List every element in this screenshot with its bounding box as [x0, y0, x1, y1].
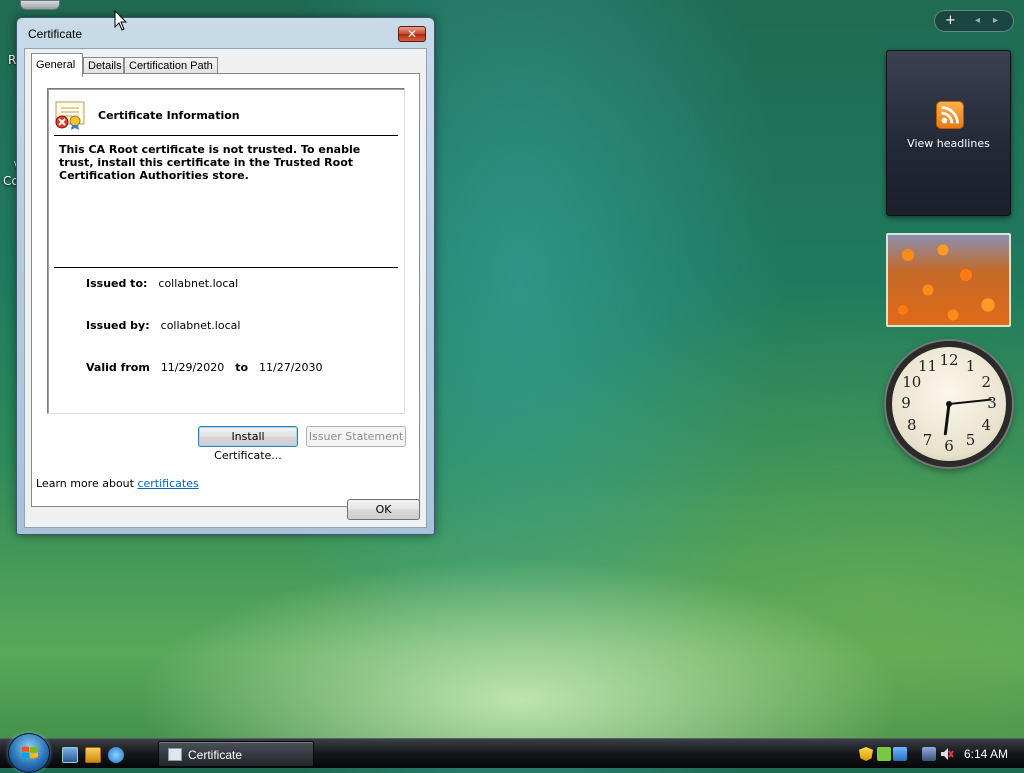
close-icon: ✕: [406, 27, 418, 41]
issued-by-value: collabnet.local: [160, 319, 241, 332]
tab-label: Details: [88, 60, 122, 72]
title-bar[interactable]: Certificate ✕: [17, 18, 434, 48]
close-button[interactable]: ✕: [398, 26, 426, 42]
valid-from-label: Valid from: [86, 361, 150, 374]
start-button[interactable]: [8, 733, 50, 773]
add-gadget-icon[interactable]: +: [945, 13, 956, 28]
program-tray-icon[interactable]: [893, 747, 907, 761]
issued-to-row: Issued to: collabnet.local: [86, 277, 238, 290]
issued-to-value: collabnet.local: [158, 277, 239, 290]
certificate-info-box: Certificate Information This CA Root cer…: [47, 88, 405, 414]
dialog-client: General Details Certification Path Certi…: [24, 48, 427, 528]
learn-more-prefix: Learn more about: [36, 477, 138, 490]
windows-logo-icon: [22, 746, 38, 759]
certificate-window-icon: [168, 748, 182, 761]
taskbar-button-label: Certificate: [188, 748, 243, 762]
taskbar-button-certificate[interactable]: Certificate: [158, 741, 314, 767]
rss-icon: [936, 101, 964, 129]
ok-button[interactable]: OK: [347, 499, 420, 520]
taskbar-clock[interactable]: 6:14 AM: [964, 747, 1008, 761]
security-shield-icon[interactable]: [859, 747, 873, 761]
certificates-link[interactable]: certificates: [137, 477, 198, 490]
recycle-bin-icon[interactable]: [20, 0, 60, 10]
hour-hand: [943, 402, 951, 436]
internet-explorer-icon[interactable]: [108, 747, 124, 763]
tab-label: Certification Path: [129, 60, 213, 72]
learn-more-text: Learn more about certificates: [36, 477, 199, 490]
sidebar-controls: + ◂ ▸: [934, 10, 1014, 32]
slideshow-gadget[interactable]: [886, 233, 1011, 327]
issued-to-label: Issued to:: [86, 277, 148, 290]
network-icon[interactable]: [922, 747, 936, 761]
clock-gadget[interactable]: 12 1 2 3 4 5 6 7 8 9 10 11: [886, 341, 1012, 467]
tab-general[interactable]: General: [31, 53, 83, 77]
valid-to-value: 11/27/2030: [259, 361, 323, 374]
program-tray-icon[interactable]: [877, 747, 891, 761]
trust-warning-text: This CA Root certificate is not trusted.…: [59, 143, 361, 182]
valid-from-value: 11/29/2020: [160, 361, 225, 374]
certificate-window: Certificate ✕ General Details Certificat…: [16, 17, 435, 535]
divider: [54, 267, 398, 268]
show-desktop-icon[interactable]: [62, 747, 78, 763]
clock-center-pin: [946, 401, 952, 407]
previous-page-icon[interactable]: ◂: [975, 15, 980, 26]
certificate-info-header: Certificate Information: [98, 109, 240, 122]
issued-by-row: Issued by: collabnet.local: [86, 319, 240, 332]
general-tab-panel: Certificate Information This CA Root cer…: [31, 73, 420, 507]
view-headlines-label[interactable]: View headlines: [887, 137, 1010, 150]
clock-hands: [943, 398, 992, 436]
minute-hand: [948, 398, 992, 405]
next-page-icon[interactable]: ▸: [993, 15, 998, 26]
media-player-icon[interactable]: [85, 747, 101, 763]
rss-glyph-icon: [941, 106, 959, 124]
valid-to-label: to: [235, 361, 249, 374]
feed-headlines-gadget[interactable]: View headlines: [886, 50, 1011, 216]
volume-muted-icon[interactable]: [940, 747, 954, 761]
validity-row: Valid from 11/29/2020 to 11/27/2030: [86, 361, 322, 374]
issuer-statement-button: Issuer Statement: [306, 426, 406, 447]
tab-label: General: [36, 59, 76, 71]
mouse-cursor-icon: [114, 10, 128, 31]
certificate-icon: [55, 101, 85, 130]
install-certificate-button[interactable]: Install Certificate...: [198, 426, 298, 462]
divider: [54, 135, 398, 136]
issued-by-label: Issued by:: [86, 319, 150, 332]
taskbar: Certificate 6:14 AM: [0, 733, 1024, 773]
window-title: Certificate: [28, 27, 83, 41]
